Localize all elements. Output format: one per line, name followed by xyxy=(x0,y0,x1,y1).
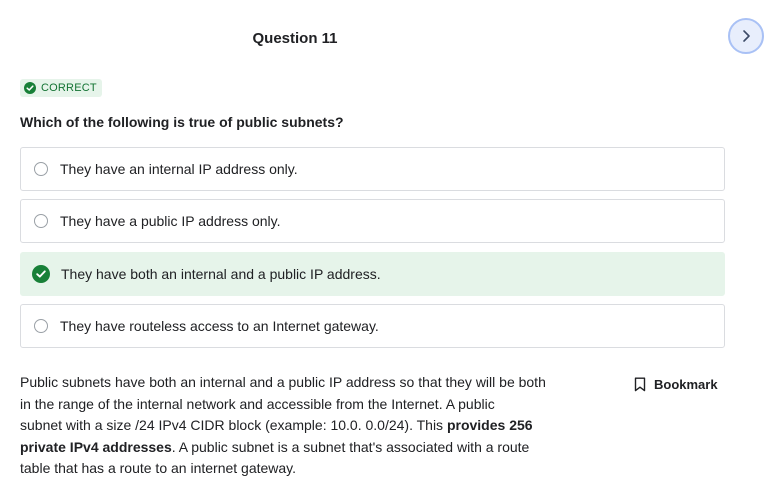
answer-explanation: Public subnets have both an internal and… xyxy=(20,372,560,480)
answer-option-label: They have a public IP address only. xyxy=(60,213,281,229)
status-badge-label: CORRECT xyxy=(41,82,97,94)
answer-option[interactable]: They have routeless access to an Interne… xyxy=(20,304,725,348)
bookmark-button[interactable]: Bookmark xyxy=(634,377,718,392)
explanation-text: . A public subnet is a subnet that's ass… xyxy=(171,438,530,455)
explanation-line: table that has a route to an internet ga… xyxy=(20,460,297,476)
explanation-emphasis: private IPv4 addresses xyxy=(20,438,172,455)
explanation-text: subnet with a size /24 IPv4 CIDR block (… xyxy=(20,417,447,433)
explanation-line: private IPv4 addresses. A public subnet … xyxy=(20,437,560,459)
answer-option[interactable]: They have a public IP address only. xyxy=(20,199,725,243)
explanation-line: in the range of the internal network and… xyxy=(20,395,495,412)
radio-button[interactable] xyxy=(34,162,48,176)
answer-option-correct[interactable]: They have both an internal and a public … xyxy=(20,252,725,296)
bookmark-icon xyxy=(634,377,646,392)
explanation-emphasis: provides 256 xyxy=(446,417,533,433)
question-prompt: Which of the following is true of public… xyxy=(20,114,344,130)
answer-option-label: They have routeless access to an Interne… xyxy=(60,318,379,334)
next-question-button[interactable] xyxy=(728,18,764,54)
bookmark-label: Bookmark xyxy=(654,377,718,392)
explanation-line: subnet with a size /24 IPv4 CIDR block (… xyxy=(20,415,560,437)
chevron-right-icon xyxy=(743,30,750,42)
explanation-line: Public subnets have both an internal and… xyxy=(20,374,546,390)
check-circle-icon xyxy=(24,82,36,94)
radio-button[interactable] xyxy=(34,319,48,333)
check-circle-icon xyxy=(32,265,50,283)
answer-option-label: They have an internal IP address only. xyxy=(60,161,298,177)
answer-option[interactable]: They have an internal IP address only. xyxy=(20,147,725,191)
radio-button[interactable] xyxy=(34,214,48,228)
status-badge: CORRECT xyxy=(20,79,102,97)
answer-option-label: They have both an internal and a public … xyxy=(61,266,381,282)
question-title: Question 11 xyxy=(252,30,338,47)
